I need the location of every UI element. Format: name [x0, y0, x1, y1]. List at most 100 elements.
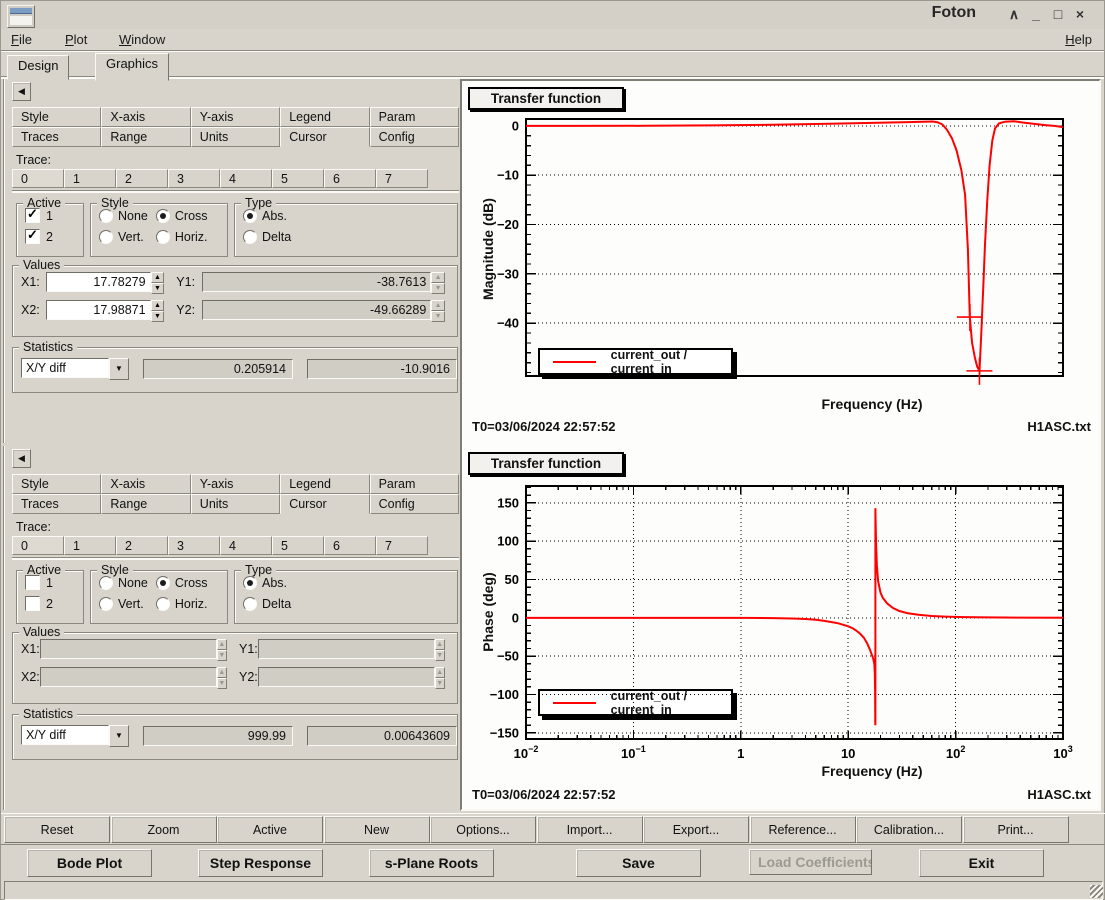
- toolbar-button-zoom[interactable]: Zoom: [111, 816, 217, 843]
- panel-tab-y-axis[interactable]: Y-axis: [191, 474, 280, 494]
- panel-tab-range[interactable]: Range: [101, 127, 190, 147]
- panel-tab-traces[interactable]: Traces: [12, 494, 101, 514]
- checkbox-trace-2[interactable]: ✓: [25, 229, 40, 244]
- panel-tab-y-axis[interactable]: Y-axis: [191, 107, 280, 127]
- trace-tab-6[interactable]: 6: [324, 169, 376, 188]
- checkbox-trace-1[interactable]: [25, 575, 40, 590]
- svg-text:−150: −150: [490, 725, 519, 740]
- panel-tab-legend[interactable]: Legend: [280, 474, 369, 494]
- menu-help[interactable]: Help: [1061, 31, 1096, 50]
- trace-tab-1[interactable]: 1: [64, 536, 116, 555]
- panel-tab-legend[interactable]: Legend: [280, 107, 369, 127]
- panel-tab-style[interactable]: Style: [12, 107, 101, 127]
- trace-tab-7[interactable]: 7: [376, 536, 428, 555]
- trace-tab-5[interactable]: 5: [272, 169, 324, 188]
- radio-type-abs[interactable]: [243, 576, 257, 590]
- panel-tab-range[interactable]: Range: [101, 494, 190, 514]
- panel-tab-traces[interactable]: Traces: [12, 127, 101, 147]
- panel-nav-tabs: StyleX-axisY-axisLegendParam TracesRangeU…: [12, 474, 459, 514]
- trace-tab-6[interactable]: 6: [324, 536, 376, 555]
- menu-plot[interactable]: Plot: [61, 31, 91, 50]
- style-col-left: NoneVert.: [91, 571, 148, 613]
- spinner-down-icon[interactable]: ▼: [151, 311, 165, 322]
- shade-icon[interactable]: ∧: [1004, 4, 1024, 24]
- spinner-up-icon[interactable]: ▲: [151, 272, 165, 283]
- chevron-down-icon[interactable]: ▼: [109, 725, 129, 747]
- panel-tab-units[interactable]: Units: [191, 494, 280, 514]
- resize-grip[interactable]: [1090, 885, 1103, 898]
- statistics-mode-select[interactable]: X/Y diff▼: [21, 725, 129, 747]
- trace-tab-1[interactable]: 1: [64, 169, 116, 188]
- trace-tab-0[interactable]: 0: [12, 536, 64, 555]
- collapse-panel-button[interactable]: ◀: [12, 82, 31, 101]
- radio-style-cross[interactable]: [156, 209, 170, 223]
- checkbox-trace-2[interactable]: [25, 596, 40, 611]
- action-button-step-response[interactable]: Step Response: [198, 849, 323, 877]
- toolbar-button-import[interactable]: Import...: [537, 816, 643, 843]
- x1-spinner[interactable]: ▲▼: [151, 272, 165, 292]
- radio-style-none[interactable]: [99, 576, 113, 590]
- radio-style-cross[interactable]: [156, 576, 170, 590]
- toolbar-button-options[interactable]: Options...: [430, 816, 536, 843]
- panel-tab-config[interactable]: Config: [370, 127, 459, 147]
- radio-style-horiz[interactable]: [156, 230, 170, 244]
- close-icon[interactable]: ×: [1070, 4, 1090, 24]
- tab-graphics[interactable]: Graphics: [95, 53, 169, 81]
- chevron-down-icon[interactable]: ▼: [109, 358, 129, 380]
- panel-tab-x-axis[interactable]: X-axis: [101, 107, 190, 127]
- radio-style-none[interactable]: [99, 209, 113, 223]
- toolbar-button-print[interactable]: Print...: [963, 816, 1069, 843]
- radio-style-horiz[interactable]: [156, 597, 170, 611]
- trace-tab-3[interactable]: 3: [168, 169, 220, 188]
- toolbar-button-reference[interactable]: Reference...: [750, 816, 856, 843]
- toolbar-button-reset[interactable]: Reset: [4, 816, 110, 843]
- trace-tab-4[interactable]: 4: [220, 536, 272, 555]
- spinner-down-icon[interactable]: ▼: [151, 283, 165, 294]
- panel-tab-cursor[interactable]: Cursor: [280, 494, 369, 514]
- phase-plot[interactable]: Transfer function Phase (deg) Frequency …: [462, 446, 1099, 810]
- trace-tab-0[interactable]: 0: [12, 169, 64, 188]
- trace-tab-5[interactable]: 5: [272, 536, 324, 555]
- action-button-exit[interactable]: Exit: [919, 849, 1044, 877]
- radio-type-abs[interactable]: [243, 209, 257, 223]
- toolbar-button-export[interactable]: Export...: [643, 816, 749, 843]
- trace-tab-4[interactable]: 4: [220, 169, 272, 188]
- x1-input[interactable]: 17.78279: [46, 272, 150, 292]
- svg-text:10: 10: [841, 746, 855, 761]
- radio-style-vert[interactable]: [99, 230, 113, 244]
- trace-tab-2[interactable]: 2: [116, 536, 168, 555]
- toolbar-button-active[interactable]: Active: [217, 816, 323, 843]
- panel-tab-config[interactable]: Config: [370, 494, 459, 514]
- action-button-bode-plot[interactable]: Bode Plot: [27, 849, 152, 877]
- menu-file[interactable]: File: [7, 31, 36, 50]
- radio-type-delta[interactable]: [243, 597, 257, 611]
- toolbar-button-new[interactable]: New: [324, 816, 430, 843]
- panel-tab-style[interactable]: Style: [12, 474, 101, 494]
- window-icon[interactable]: [7, 5, 35, 28]
- spinner-up-icon[interactable]: ▲: [151, 300, 165, 311]
- tab-design[interactable]: Design: [7, 55, 69, 80]
- trace-tab-3[interactable]: 3: [168, 536, 220, 555]
- maximize-icon[interactable]: □: [1048, 4, 1068, 24]
- checkbox-trace-1[interactable]: ✓: [25, 208, 40, 223]
- magnitude-plot[interactable]: Transfer function Magnitude (dB) Frequen…: [462, 81, 1099, 445]
- action-button-s-plane-roots[interactable]: s-Plane Roots: [369, 849, 494, 877]
- collapse-panel-button[interactable]: ◀: [12, 449, 31, 468]
- x2-input[interactable]: 17.98871: [46, 300, 150, 320]
- panel-tab-param[interactable]: Param: [370, 107, 459, 127]
- panel-tab-param[interactable]: Param: [370, 474, 459, 494]
- title-bar[interactable]: Foton ∧_□×: [1, 1, 1104, 29]
- action-button-save[interactable]: Save: [576, 849, 701, 877]
- panel-tab-cursor[interactable]: Cursor: [280, 127, 369, 147]
- toolbar-button-calibration[interactable]: Calibration...: [856, 816, 962, 843]
- panel-tab-units[interactable]: Units: [191, 127, 280, 147]
- panel-tab-x-axis[interactable]: X-axis: [101, 474, 190, 494]
- x2-spinner[interactable]: ▲▼: [151, 300, 165, 320]
- minimize-icon[interactable]: _: [1026, 4, 1046, 24]
- radio-style-vert[interactable]: [99, 597, 113, 611]
- menu-window[interactable]: Window: [115, 31, 169, 50]
- trace-tab-7[interactable]: 7: [376, 169, 428, 188]
- radio-type-delta[interactable]: [243, 230, 257, 244]
- trace-tab-2[interactable]: 2: [116, 169, 168, 188]
- statistics-mode-select[interactable]: X/Y diff▼: [21, 358, 129, 380]
